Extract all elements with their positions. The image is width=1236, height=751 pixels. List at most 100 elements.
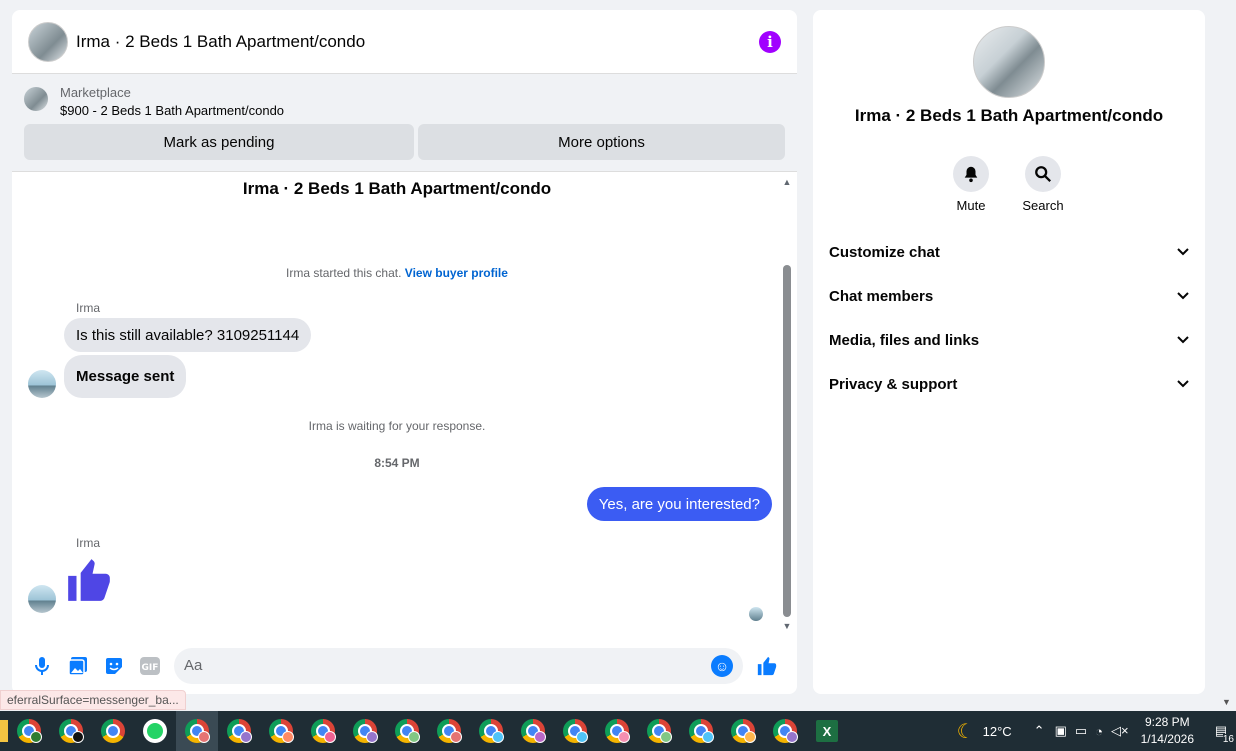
- chrome-taskbar-icon[interactable]: [92, 711, 134, 751]
- chrome-taskbar-icon[interactable]: [596, 711, 638, 751]
- incoming-message[interactable]: Message sent: [64, 355, 187, 398]
- sender-name: Irma: [76, 536, 100, 550]
- chrome-taskbar-icon[interactable]: [302, 711, 344, 751]
- listing-thumbnail[interactable]: [24, 87, 48, 111]
- gif-button[interactable]: GIF: [132, 648, 168, 684]
- view-buyer-profile-link[interactable]: View buyer profile: [405, 266, 508, 280]
- sender-avatar[interactable]: [28, 585, 56, 613]
- chevron-up-icon[interactable]: ⌃: [1034, 723, 1045, 739]
- scroll-down-arrow[interactable]: ▼: [781, 621, 793, 633]
- listing-avatar[interactable]: [28, 21, 68, 62]
- message-thread: Irma · 2 Beds 1 Bath Apartment/condo Irm…: [12, 173, 797, 635]
- chrome-taskbar-icon[interactable]: [176, 711, 218, 751]
- chrome-taskbar-icon[interactable]: [680, 711, 722, 751]
- notification-count: 16: [1222, 734, 1234, 745]
- more-options-button[interactable]: More options: [418, 124, 785, 160]
- mark-pending-button[interactable]: Mark as pending: [24, 124, 414, 160]
- clock-time: 9:28 PM: [1144, 715, 1190, 729]
- thread-title: Irma · 2 Beds 1 Bath Apartment/condo: [242, 179, 552, 198]
- scroll-down-arrow[interactable]: ▼: [1222, 697, 1231, 707]
- chat-title[interactable]: Irma · 2 Beds 1 Bath Apartment/condo: [76, 32, 759, 52]
- meet-now-icon[interactable]: ▣: [1055, 723, 1067, 739]
- chrome-taskbar-icon[interactable]: [722, 711, 764, 751]
- outgoing-message[interactable]: Yes, are you interested?: [586, 487, 772, 521]
- composer: GIF Aa ☺: [12, 637, 797, 694]
- chat-header: Irma · 2 Beds 1 Bath Apartment/condo i: [12, 10, 797, 74]
- chat-started-notice: Irma started this chat. View buyer profi…: [12, 266, 782, 280]
- listing-photo[interactable]: [973, 26, 1045, 98]
- battery-icon[interactable]: ▭: [1075, 723, 1087, 739]
- marketplace-banner: Marketplace $900 - 2 Beds 1 Bath Apartme…: [12, 74, 797, 172]
- temperature[interactable]: 12°C: [983, 724, 1012, 739]
- message-input[interactable]: Aa ☺: [174, 647, 743, 684]
- scroll-up-arrow[interactable]: ▲: [781, 177, 793, 189]
- like-button[interactable]: [749, 648, 785, 684]
- chrome-taskbar-icon[interactable]: [638, 711, 680, 751]
- voice-clip-button[interactable]: [24, 648, 60, 684]
- info-icon[interactable]: i: [759, 30, 781, 53]
- system-clock[interactable]: 9:28 PM 1/14/2026: [1141, 714, 1194, 748]
- chrome-taskbar-icon[interactable]: [764, 711, 806, 751]
- speaker-muted-icon[interactable]: ◁×: [1111, 723, 1129, 739]
- whatsapp-icon[interactable]: [134, 711, 176, 751]
- message-timestamp: 8:54 PM: [374, 456, 420, 470]
- emoji-icon[interactable]: ☺: [711, 654, 733, 677]
- svg-text:GIF: GIF: [142, 663, 159, 673]
- mute-action[interactable]: Mute: [941, 156, 1001, 213]
- gif-icon: GIF: [140, 656, 160, 675]
- search-icon: [1025, 156, 1061, 192]
- taskbar: X ☾ 12°C ⌃ ▣ ▭ ◔ ◁× 9:28 PM 1/14/2026 ▤ …: [0, 711, 1236, 751]
- notification-button[interactable]: ▤ 16: [1206, 711, 1236, 751]
- media-files-links-section[interactable]: Media, files and links: [829, 318, 1189, 362]
- started-text: Irma started this chat.: [286, 266, 402, 280]
- chrome-taskbar-icon[interactable]: [344, 711, 386, 751]
- chat-members-section[interactable]: Chat members: [829, 274, 1189, 318]
- excel-icon[interactable]: X: [806, 711, 848, 751]
- thumbs-up-icon: [757, 656, 777, 675]
- status-url-hint: eferralSurface=messenger_ba...: [0, 690, 186, 710]
- thumbs-up-icon: [68, 559, 110, 601]
- clock-date: 1/14/2026: [1140, 732, 1194, 746]
- chat-info-panel: Irma · 2 Beds 1 Bath Apartment/condo Mut…: [813, 10, 1205, 694]
- chrome-taskbar-icon[interactable]: [218, 711, 260, 751]
- incoming-message[interactable]: Is this still available? 3109251144: [64, 318, 312, 352]
- waiting-notice: Irma is waiting for your response.: [308, 419, 486, 433]
- search-action[interactable]: Search: [1013, 156, 1073, 213]
- chrome-taskbar-icon[interactable]: [554, 711, 596, 751]
- marketplace-label: Marketplace: [60, 85, 131, 100]
- sticker-icon: [106, 657, 122, 674]
- sender-avatar[interactable]: [28, 370, 56, 398]
- info-title: Irma · 2 Beds 1 Bath Apartment/condo: [854, 106, 1164, 125]
- sender-name: Irma: [76, 301, 100, 315]
- bell-icon: [953, 156, 989, 192]
- chrome-taskbar-icon[interactable]: [260, 711, 302, 751]
- thumbs-up-sticker[interactable]: [64, 555, 114, 610]
- customize-chat-section[interactable]: Customize chat: [829, 230, 1189, 274]
- wifi-icon[interactable]: ◔: [1095, 724, 1103, 739]
- section-label: Media, files and links: [829, 331, 980, 349]
- section-label: Chat members: [829, 287, 934, 305]
- photo-icon: [68, 656, 87, 676]
- chat-panel: Irma · 2 Beds 1 Bath Apartment/condo i M…: [12, 10, 797, 694]
- chrome-taskbar-icon[interactable]: [428, 711, 470, 751]
- chrome-taskbar-icon[interactable]: [470, 711, 512, 751]
- system-tray: ☾ 12°C ⌃ ▣ ▭ ◔ ◁× 9:28 PM 1/14/2026 ▤ 16: [957, 711, 1236, 751]
- message-input-placeholder[interactable]: Aa: [184, 657, 711, 674]
- chrome-taskbar-icon[interactable]: [512, 711, 554, 751]
- listing-text[interactable]: $900 - 2 Beds 1 Bath Apartment/condo: [60, 102, 284, 120]
- section-label: Privacy & support: [829, 375, 958, 393]
- chrome-taskbar-icon[interactable]: [8, 711, 50, 751]
- search-label: Search: [1022, 198, 1064, 213]
- file-explorer-icon[interactable]: [0, 720, 8, 742]
- moon-weather-icon[interactable]: ☾: [957, 719, 975, 744]
- mute-label: Mute: [956, 198, 986, 213]
- chrome-taskbar-icon[interactable]: [50, 711, 92, 751]
- sticker-button[interactable]: [96, 648, 132, 684]
- read-receipt-avatar: [749, 607, 763, 621]
- chrome-taskbar-icon[interactable]: [386, 711, 428, 751]
- attach-photo-button[interactable]: [60, 648, 96, 684]
- thread-scrollbar[interactable]: [783, 265, 791, 617]
- privacy-support-section[interactable]: Privacy & support: [829, 362, 1189, 406]
- page-scrollbar[interactable]: ▼: [1219, 0, 1236, 711]
- chevron-down-icon: [1177, 336, 1189, 344]
